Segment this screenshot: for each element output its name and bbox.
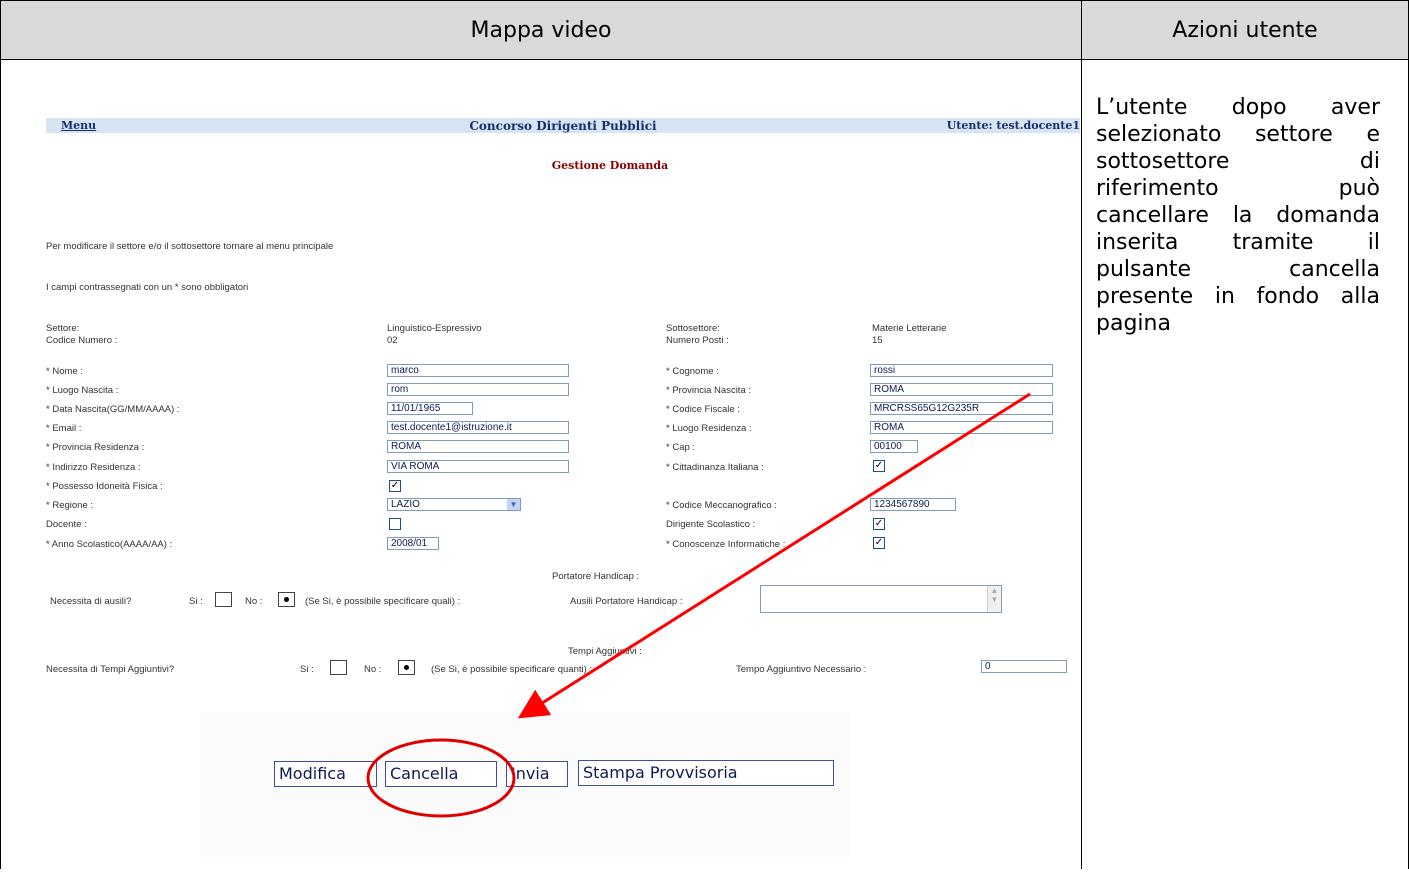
settore-value: Linguistico-Espressivo [387,323,482,334]
ausili-handicap-label: Ausili Portatore Handicap : [570,596,683,607]
tempi-si-label: Si : [300,664,314,675]
conoscenze-informatiche-checkbox[interactable]: ✓ [873,537,885,549]
docente-label: Docente : [46,519,87,530]
indirizzo-residenza-input[interactable]: VIA ROMA [387,460,569,473]
cittadinanza-checkbox[interactable]: ✓ [873,460,885,472]
portatore-handicap-label: Portatore Handicap : [552,571,640,582]
codice-meccanografico-input[interactable]: 1234567890 [870,498,956,511]
cognome-input[interactable]: rossi [870,364,1053,377]
app-top-bar: Menu Concorso Dirigenti Pubblici Utente:… [46,118,1080,133]
actions-description: L’utente dopo aver selezionato settore e… [1096,95,1380,336]
indirizzo-residenza-label: * Indirizzo Residenza : [46,462,141,473]
data-nascita-input[interactable]: 11/01/1965 [387,402,473,415]
numero-posti-label: Numero Posti : [666,335,729,346]
dirigente-scolastico-checkbox[interactable]: ✓ [873,518,885,530]
numero-posti-value: 15 [872,335,883,346]
cancella-button[interactable]: Cancella [385,761,497,787]
app-title: Concorso Dirigenti Pubblici [469,119,657,133]
cognome-label: * Cognome : [666,366,719,377]
anno-scolastico-input[interactable]: 2008/01 [387,537,439,550]
codice-fiscale-label: * Codice Fiscale : [666,404,740,415]
nome-input[interactable]: marco [387,364,569,377]
luogo-residenza-input[interactable]: ROMA [870,421,1053,434]
necessita-ausili-question: Necessita di ausili? [50,596,132,607]
page-title: Gestione Domanda [551,159,669,172]
invia-button[interactable]: Invia [506,761,568,787]
ausili-hint: (Se Si, è possibile specificare quali) : [305,596,461,607]
provincia-nascita-label: * Provincia Nascita : [666,385,752,396]
codice-fiscale-input[interactable]: MRCRSS65G12G235R [870,402,1053,415]
modifica-button[interactable]: Modifica [274,761,377,787]
button-area: Modifica Cancella Invia Stampa Provvisor… [200,712,850,857]
docente-checkbox[interactable] [389,518,401,530]
email-label: * Email : [46,423,82,434]
cap-input[interactable]: 00100 [870,440,918,453]
luogo-nascita-label: * Luogo Nascita : [46,385,119,396]
data-nascita-label: * Data Nascita(GG/MM/AAAA) : [46,404,180,415]
ausili-no-label: No : [245,596,263,607]
table-column-divider [1081,59,1082,869]
settore-note: Per modificare il settore e/o il sottose… [46,241,334,252]
idoneita-fisica-checkbox[interactable]: ✓ [389,480,401,492]
anno-scolastico-label: * Anno Scolastico(AAAA/AA) : [46,539,173,550]
dirigente-scolastico-label: Dirigente Scolastico : [666,519,756,530]
nome-label: * Nome : [46,366,83,377]
tempi-no-label: No : [364,664,382,675]
user-label: Utente: test.docente1 [946,119,1080,132]
table-left-border [0,59,1,869]
codice-numero-label: Codice Numero : [46,335,118,346]
cittadinanza-label: * Cittadinanza Italiana : [666,462,764,473]
sottosettore-value: Materie Letterarie [872,323,947,334]
required-note: I campi contrassegnati con un * sono obb… [46,282,249,293]
ausili-si-radio[interactable] [215,592,232,607]
stampa-provvisoria-button[interactable]: Stampa Provvisoria [578,760,834,786]
luogo-nascita-input[interactable]: rom [387,383,569,396]
tempi-si-radio[interactable] [330,660,347,675]
app-screenshot: Menu Concorso Dirigenti Pubblici Utente:… [40,112,1080,872]
cap-label: * Cap : [666,442,696,453]
tempo-aggiuntivo-input[interactable]: 0 [981,660,1067,673]
tempi-no-radio[interactable] [398,660,415,675]
luogo-residenza-label: * Luogo Residenza : [666,423,752,434]
codice-meccanografico-label: * Codice Meccanografico : [666,500,777,511]
idoneita-fisica-label: * Possesso Idoneità Fisica : [46,481,163,492]
chevron-down-icon[interactable]: ▼ [507,499,520,510]
ausili-no-radio[interactable] [278,592,295,607]
codice-numero-value: 02 [387,335,398,346]
provincia-residenza-input[interactable]: ROMA [387,440,569,453]
provincia-nascita-input[interactable]: ROMA [870,383,1053,396]
provincia-residenza-label: * Provincia Residenza : [46,442,145,453]
ausili-si-label: Si : [189,596,203,607]
tempi-aggiuntivi-question: Necessita di Tempi Aggiuntivi? [46,664,175,675]
regione-select[interactable]: LAZIO ▼ [387,498,521,511]
regione-label: * Regione : [46,500,94,511]
settore-label: Settore: [46,323,80,334]
tempi-aggiuntivi-label: Tempi Aggiuntivi : [568,646,642,657]
regione-value: LAZIO [391,499,420,510]
conoscenze-informatiche-label: * Conoscenze Informatiche : [666,539,786,550]
column-header-azioni-utente: Azioni utente [1081,0,1409,60]
textarea-scrollbar[interactable]: ▲ ▼ [987,586,1001,612]
column-header-mappa-video: Mappa video [0,0,1082,60]
ausili-handicap-textarea[interactable]: ▲ ▼ [760,585,1002,613]
tempi-hint: (Se Si, è possibile specificare quanti) … [431,664,593,675]
email-input[interactable]: test.docente1@istruzione.it [387,421,569,434]
sottosettore-label: Sottosettore: [666,323,720,334]
tempo-aggiuntivo-label: Tempo Aggiuntivo Necessario : [736,664,867,675]
